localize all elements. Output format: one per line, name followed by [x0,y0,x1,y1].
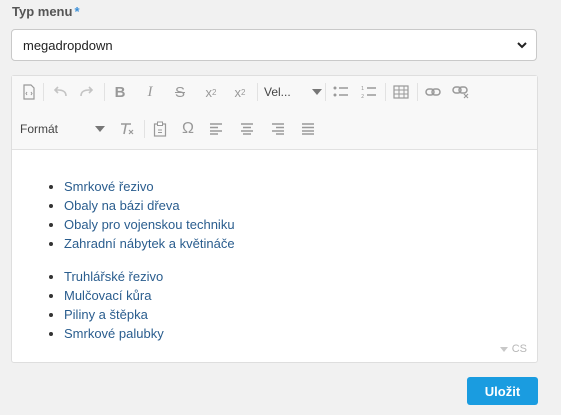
special-character-icon[interactable]: Ω [177,117,199,141]
format-dropdown[interactable]: Formát [20,117,105,141]
list-item: Smrkové řezivo [64,177,235,196]
caret-down-icon [312,89,322,95]
save-button[interactable]: Uložit [467,377,538,405]
caret-down-icon [95,126,105,132]
language-indicator[interactable]: CS [499,343,527,355]
source-icon[interactable] [19,80,39,104]
superscript-icon[interactable]: x2 [229,80,251,104]
align-left-icon[interactable] [205,117,227,141]
menu-type-select[interactable]: megadropdown [11,29,537,61]
redo-icon[interactable] [76,80,98,104]
align-justify-icon[interactable] [297,117,319,141]
font-size-label: Vel... [264,85,291,99]
bold-icon[interactable]: B [110,80,130,104]
language-label: CS [511,343,527,355]
format-label: Formát [20,122,59,136]
remove-format-icon[interactable] [116,117,138,141]
list-item: Piliny a štěpka [64,305,164,324]
product-list-1: Smrkové řezivo Obaly na bázi dřeva Obaly… [47,177,235,253]
undo-icon[interactable] [49,80,71,104]
paste-icon[interactable] [149,117,171,141]
numbered-list-icon[interactable]: 12 [358,80,380,104]
list-item: Truhlářské řezivo [64,267,164,286]
list-item: Smrkové palubky [64,324,164,343]
table-icon[interactable] [390,80,412,104]
list-item: Mulčovací kůra [64,286,164,305]
field-label: Typ menu * [12,4,80,19]
caret-down-icon [499,346,508,352]
svg-text:1: 1 [361,86,364,92]
link-icon[interactable] [422,80,444,104]
strikethrough-icon[interactable]: S [170,80,190,104]
bulleted-list-icon[interactable] [330,80,352,104]
chevron-down-icon [517,42,527,49]
rich-text-editor: B I S x2 x2 Vel... 12 Formát Ω • Smrkové… [11,75,538,363]
font-size-dropdown[interactable]: Vel... [264,80,322,104]
editor-toolbar: B I S x2 x2 Vel... 12 Formát Ω [12,76,537,150]
svg-text:2: 2 [361,94,364,99]
list-item: Obaly pro vojenskou techniku [64,215,235,234]
align-center-icon[interactable] [236,117,258,141]
align-right-icon[interactable] [267,117,289,141]
required-mark: * [74,4,80,19]
product-list-2: Truhlářské řezivo Mulčovací kůra Piliny … [47,267,164,343]
field-label-text: Typ menu [12,4,73,19]
list-item: Zahradní nábytek a květináče [64,234,235,253]
list-item: Obaly na bázi dřeva [64,196,235,215]
subscript-icon[interactable]: x2 [200,80,222,104]
italic-icon[interactable]: I [140,80,160,104]
select-value: megadropdown [23,37,113,53]
unlink-icon[interactable] [450,80,472,104]
editor-content[interactable]: Smrkové řezivo Obaly na bázi dřeva Obaly… [12,150,537,362]
